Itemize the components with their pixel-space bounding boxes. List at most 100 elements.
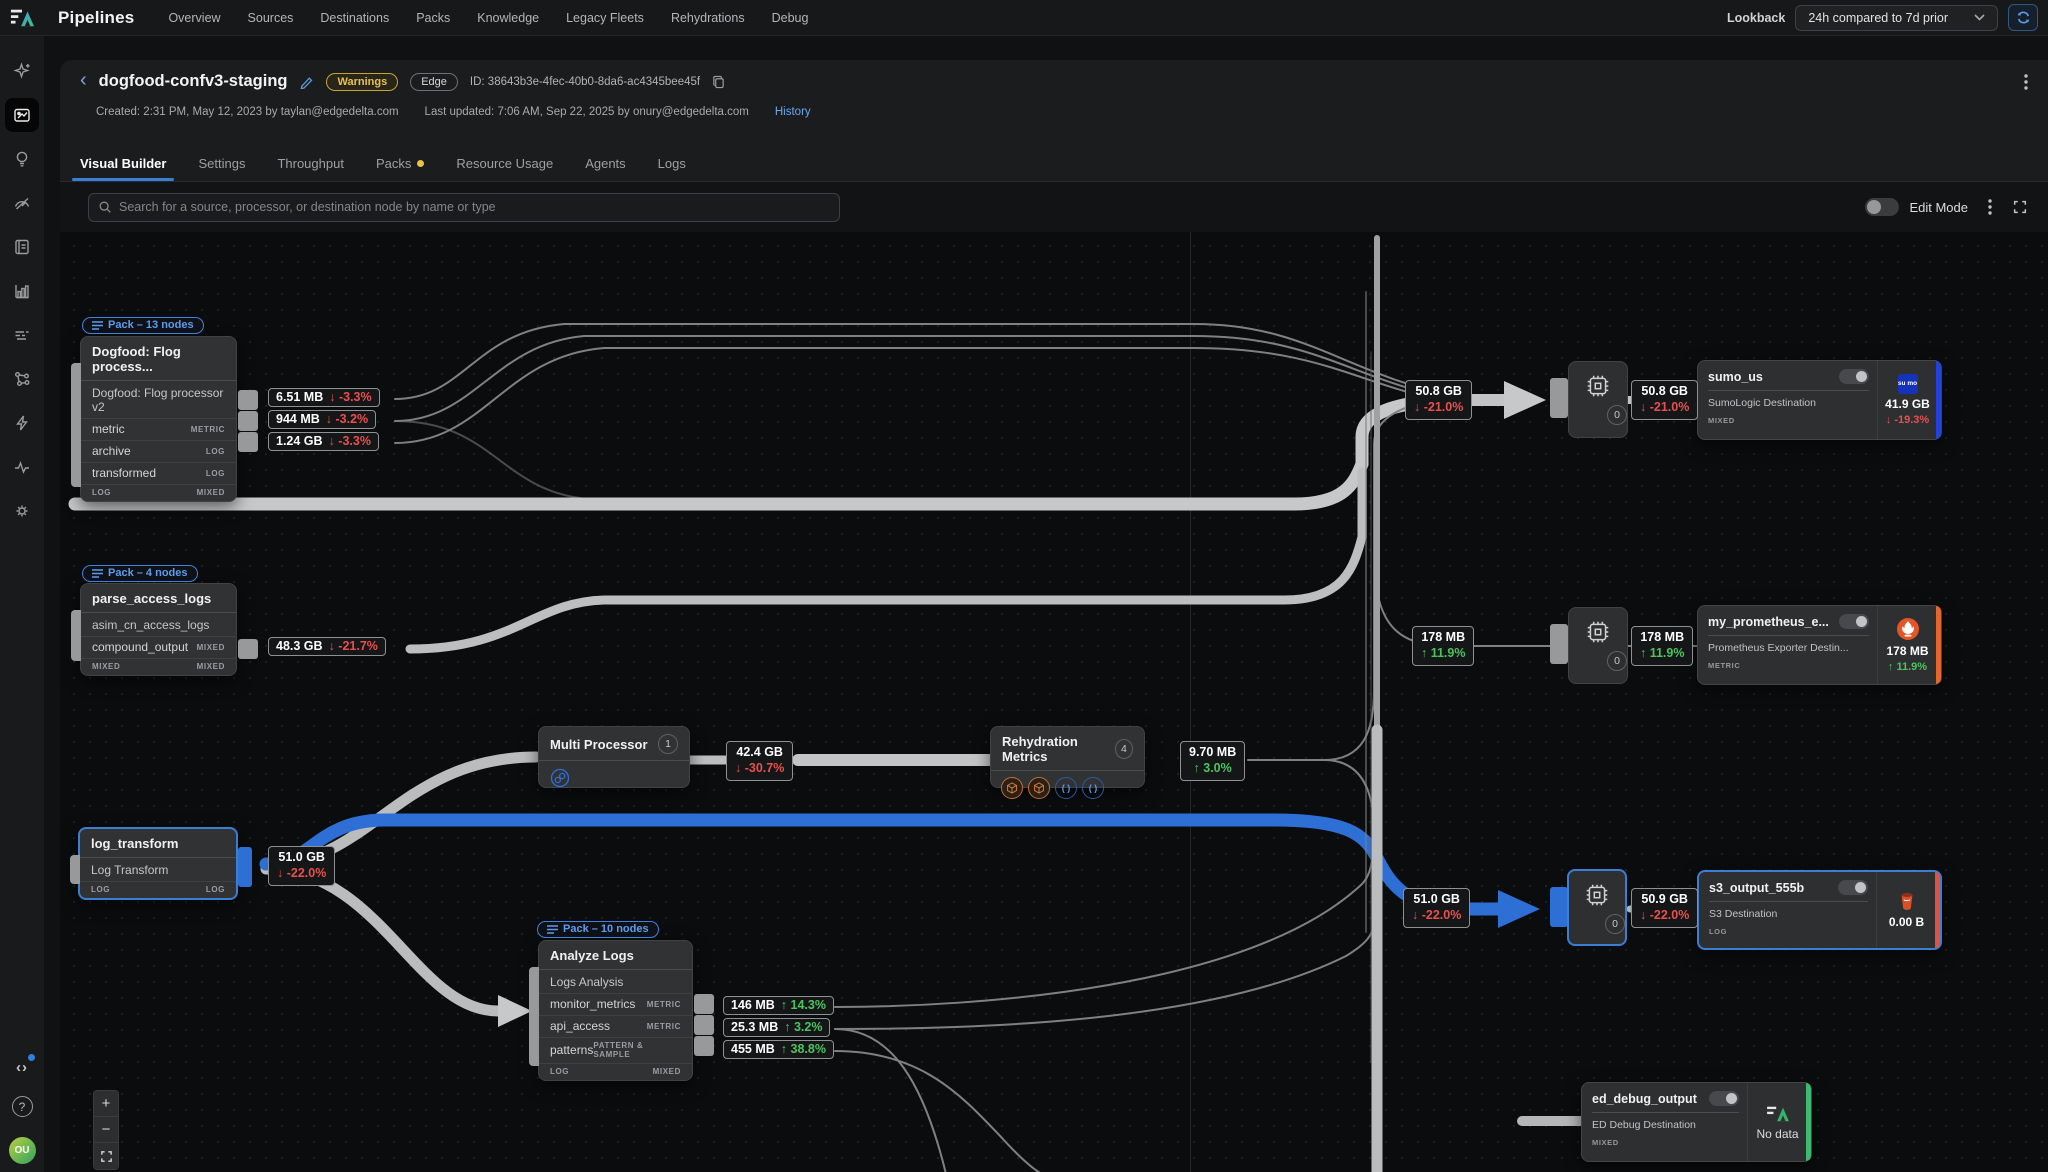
tab-resource-usage[interactable]: Resource Usage: [454, 148, 555, 181]
edit-mode-label: Edit Mode: [1909, 200, 1968, 215]
metrics-barchart-icon[interactable]: [5, 274, 39, 308]
refresh-button[interactable]: [2008, 4, 2038, 31]
tab-logs[interactable]: Logs: [656, 148, 688, 181]
nav-debug[interactable]: Debug: [772, 11, 809, 25]
destination-toggle[interactable]: [1709, 1091, 1739, 1106]
input-port: [71, 363, 81, 487]
lookback-select[interactable]: 24h compared to 7d prior: [1795, 5, 1998, 31]
destination-sumologic[interactable]: sumo_us SumoLogic Destination MIXED su m…: [1697, 360, 1942, 440]
pipeline-canvas[interactable]: Pack – 13 nodes Dogfood: Flog process...…: [60, 232, 2048, 1172]
throughput-label[interactable]: 50.9 GB↓ -22.0%: [1631, 888, 1698, 928]
chip-input-port: [1550, 378, 1568, 418]
braces-icon: ( ): [1055, 777, 1077, 799]
lookback-label: Lookback: [1727, 11, 1785, 25]
pack-badge-analyze-logs[interactable]: Pack – 10 nodes: [537, 921, 659, 938]
throughput-label[interactable]: 50.8 GB↓ -21.0%: [1405, 380, 1472, 420]
zoom-in-button[interactable]: +: [94, 1091, 118, 1117]
compactor-chip-node[interactable]: 0: [1568, 607, 1628, 684]
throughput-label[interactable]: 42.4 GB↓ -30.7%: [726, 741, 793, 781]
input-port: [71, 610, 81, 661]
fullscreen-icon[interactable]: [2012, 199, 2028, 215]
destination-ed-debug[interactable]: ed_debug_output ED Debug Destination MIX…: [1581, 1082, 1812, 1162]
tab-throughput[interactable]: Throughput: [275, 148, 346, 181]
throughput-label[interactable]: 178 MB↑ 11.9%: [1412, 626, 1474, 666]
throughput-label[interactable]: 50.8 GB↓ -21.0%: [1631, 380, 1698, 420]
pack-badge-flog[interactable]: Pack – 13 nodes: [82, 317, 204, 334]
fit-view-button[interactable]: [94, 1143, 118, 1169]
settings-gear-icon[interactable]: [5, 494, 39, 528]
pack-badge-parse-access[interactable]: Pack – 4 nodes: [82, 565, 198, 582]
throughput-label[interactable]: 455 MB↑ 38.8%: [723, 1040, 834, 1059]
throughput-label[interactable]: 146 MB↑ 14.3%: [723, 996, 834, 1015]
destination-toggle[interactable]: [1839, 614, 1869, 629]
insights-lightbulb-icon[interactable]: [5, 142, 39, 176]
user-avatar[interactable]: OU: [9, 1137, 36, 1164]
output-port: [694, 994, 714, 1014]
chip-count-badge: 0: [1605, 914, 1625, 934]
sidebar-item-pipelines[interactable]: [5, 98, 39, 132]
output-port: [238, 390, 258, 410]
throughput-label[interactable]: 51.0 GB↓ -22.0%: [1403, 888, 1470, 928]
rehydration-metrics-node[interactable]: Rehydration Metrics 4 ( ) ( ): [990, 726, 1145, 788]
pack-node-analyze-logs[interactable]: Analyze Logs Logs Analysis monitor_metri…: [538, 940, 693, 1081]
search-input[interactable]: [119, 200, 830, 214]
notebook-icon[interactable]: [5, 230, 39, 264]
activity-pulse-icon[interactable]: [5, 450, 39, 484]
history-link[interactable]: History: [775, 106, 811, 118]
throughput-label[interactable]: 9.70 MB↑ 3.0%: [1180, 741, 1245, 781]
nav-knowledge[interactable]: Knowledge: [477, 11, 539, 25]
destination-accent: [1936, 606, 1941, 684]
destination-toggle[interactable]: [1839, 369, 1869, 384]
zoom-out-button[interactable]: −: [94, 1117, 118, 1143]
logs-lines-icon[interactable]: [5, 318, 39, 352]
throughput-label[interactable]: 25.3 MB↑ 3.2%: [723, 1018, 830, 1037]
automations-bolt-icon[interactable]: [5, 406, 39, 440]
tab-agents[interactable]: Agents: [583, 148, 627, 181]
throughput-label[interactable]: 6.51 MB↓ -3.3%: [268, 388, 380, 407]
copy-icon[interactable]: [712, 75, 725, 89]
pack-icon: [92, 321, 103, 330]
destination-s3[interactable]: s3_output_555b S3 Destination LOG 0.00 B: [1697, 870, 1942, 950]
throughput-label[interactable]: 178 MB↑ 11.9%: [1631, 626, 1693, 666]
destination-toggle[interactable]: [1838, 880, 1868, 895]
throughput-label[interactable]: 51.0 GB↓ -22.0%: [268, 846, 335, 886]
multi-processor-node[interactable]: Multi Processor 1: [538, 726, 690, 788]
search-icon: [98, 200, 112, 214]
graph-kebab-menu[interactable]: [1988, 199, 1992, 215]
edit-mode-toggle[interactable]: [1865, 198, 1899, 216]
chip-count-badge: 0: [1607, 651, 1627, 671]
ai-sparkles-icon[interactable]: [5, 54, 39, 88]
edit-pencil-icon[interactable]: [299, 74, 314, 89]
nav-packs[interactable]: Packs: [416, 11, 450, 25]
throughput-label[interactable]: 944 MB↓ -3.2%: [268, 410, 376, 429]
back-button[interactable]: ‹: [80, 70, 87, 90]
warnings-badge[interactable]: Warnings: [326, 73, 398, 91]
throughput-label[interactable]: 48.3 GB↓ -21.7%: [268, 637, 386, 656]
compactor-chip-node[interactable]: 0: [1568, 361, 1628, 438]
chip-icon: [1584, 882, 1610, 908]
nav-overview[interactable]: Overview: [168, 11, 220, 25]
dashboard-gauge-icon[interactable]: [5, 186, 39, 220]
nav-destinations[interactable]: Destinations: [320, 11, 389, 25]
throughput-label[interactable]: 1.24 GB↓ -3.3%: [268, 432, 379, 451]
pipeline-graph-icon[interactable]: [5, 362, 39, 396]
nav-rehydrations[interactable]: Rehydrations: [671, 11, 745, 25]
tab-visual-builder[interactable]: Visual Builder: [78, 148, 168, 181]
nav-sources[interactable]: Sources: [248, 11, 294, 25]
tab-packs[interactable]: Packs: [374, 148, 426, 181]
log-transform-node[interactable]: log_transform Log Transform LOGLOG: [78, 827, 238, 900]
tab-settings[interactable]: Settings: [196, 148, 247, 181]
top-nav: Overview Sources Destinations Packs Know…: [168, 11, 808, 25]
pack-node-flog-processor[interactable]: Dogfood: Flog process... Dogfood: Flog p…: [80, 336, 237, 502]
sidebar-collapse-button[interactable]: ‹›: [16, 1059, 28, 1076]
node-search[interactable]: [88, 193, 840, 222]
pipeline-id: ID: 38643b3e-4fec-40b0-8da6-ac4345bee45f: [470, 76, 700, 88]
nav-legacy-fleets[interactable]: Legacy Fleets: [566, 11, 644, 25]
help-button[interactable]: ?: [12, 1096, 33, 1117]
pack-node-parse-access-logs[interactable]: parse_access_logs asim_cn_access_logs co…: [80, 583, 237, 676]
header-kebab-menu[interactable]: [2024, 74, 2028, 90]
destination-prometheus[interactable]: my_prometheus_e... Prometheus Exporter D…: [1697, 605, 1942, 685]
chevron-down-icon: [1974, 14, 1985, 21]
output-port: [238, 639, 258, 659]
compactor-chip-node-selected[interactable]: 0: [1567, 869, 1627, 946]
